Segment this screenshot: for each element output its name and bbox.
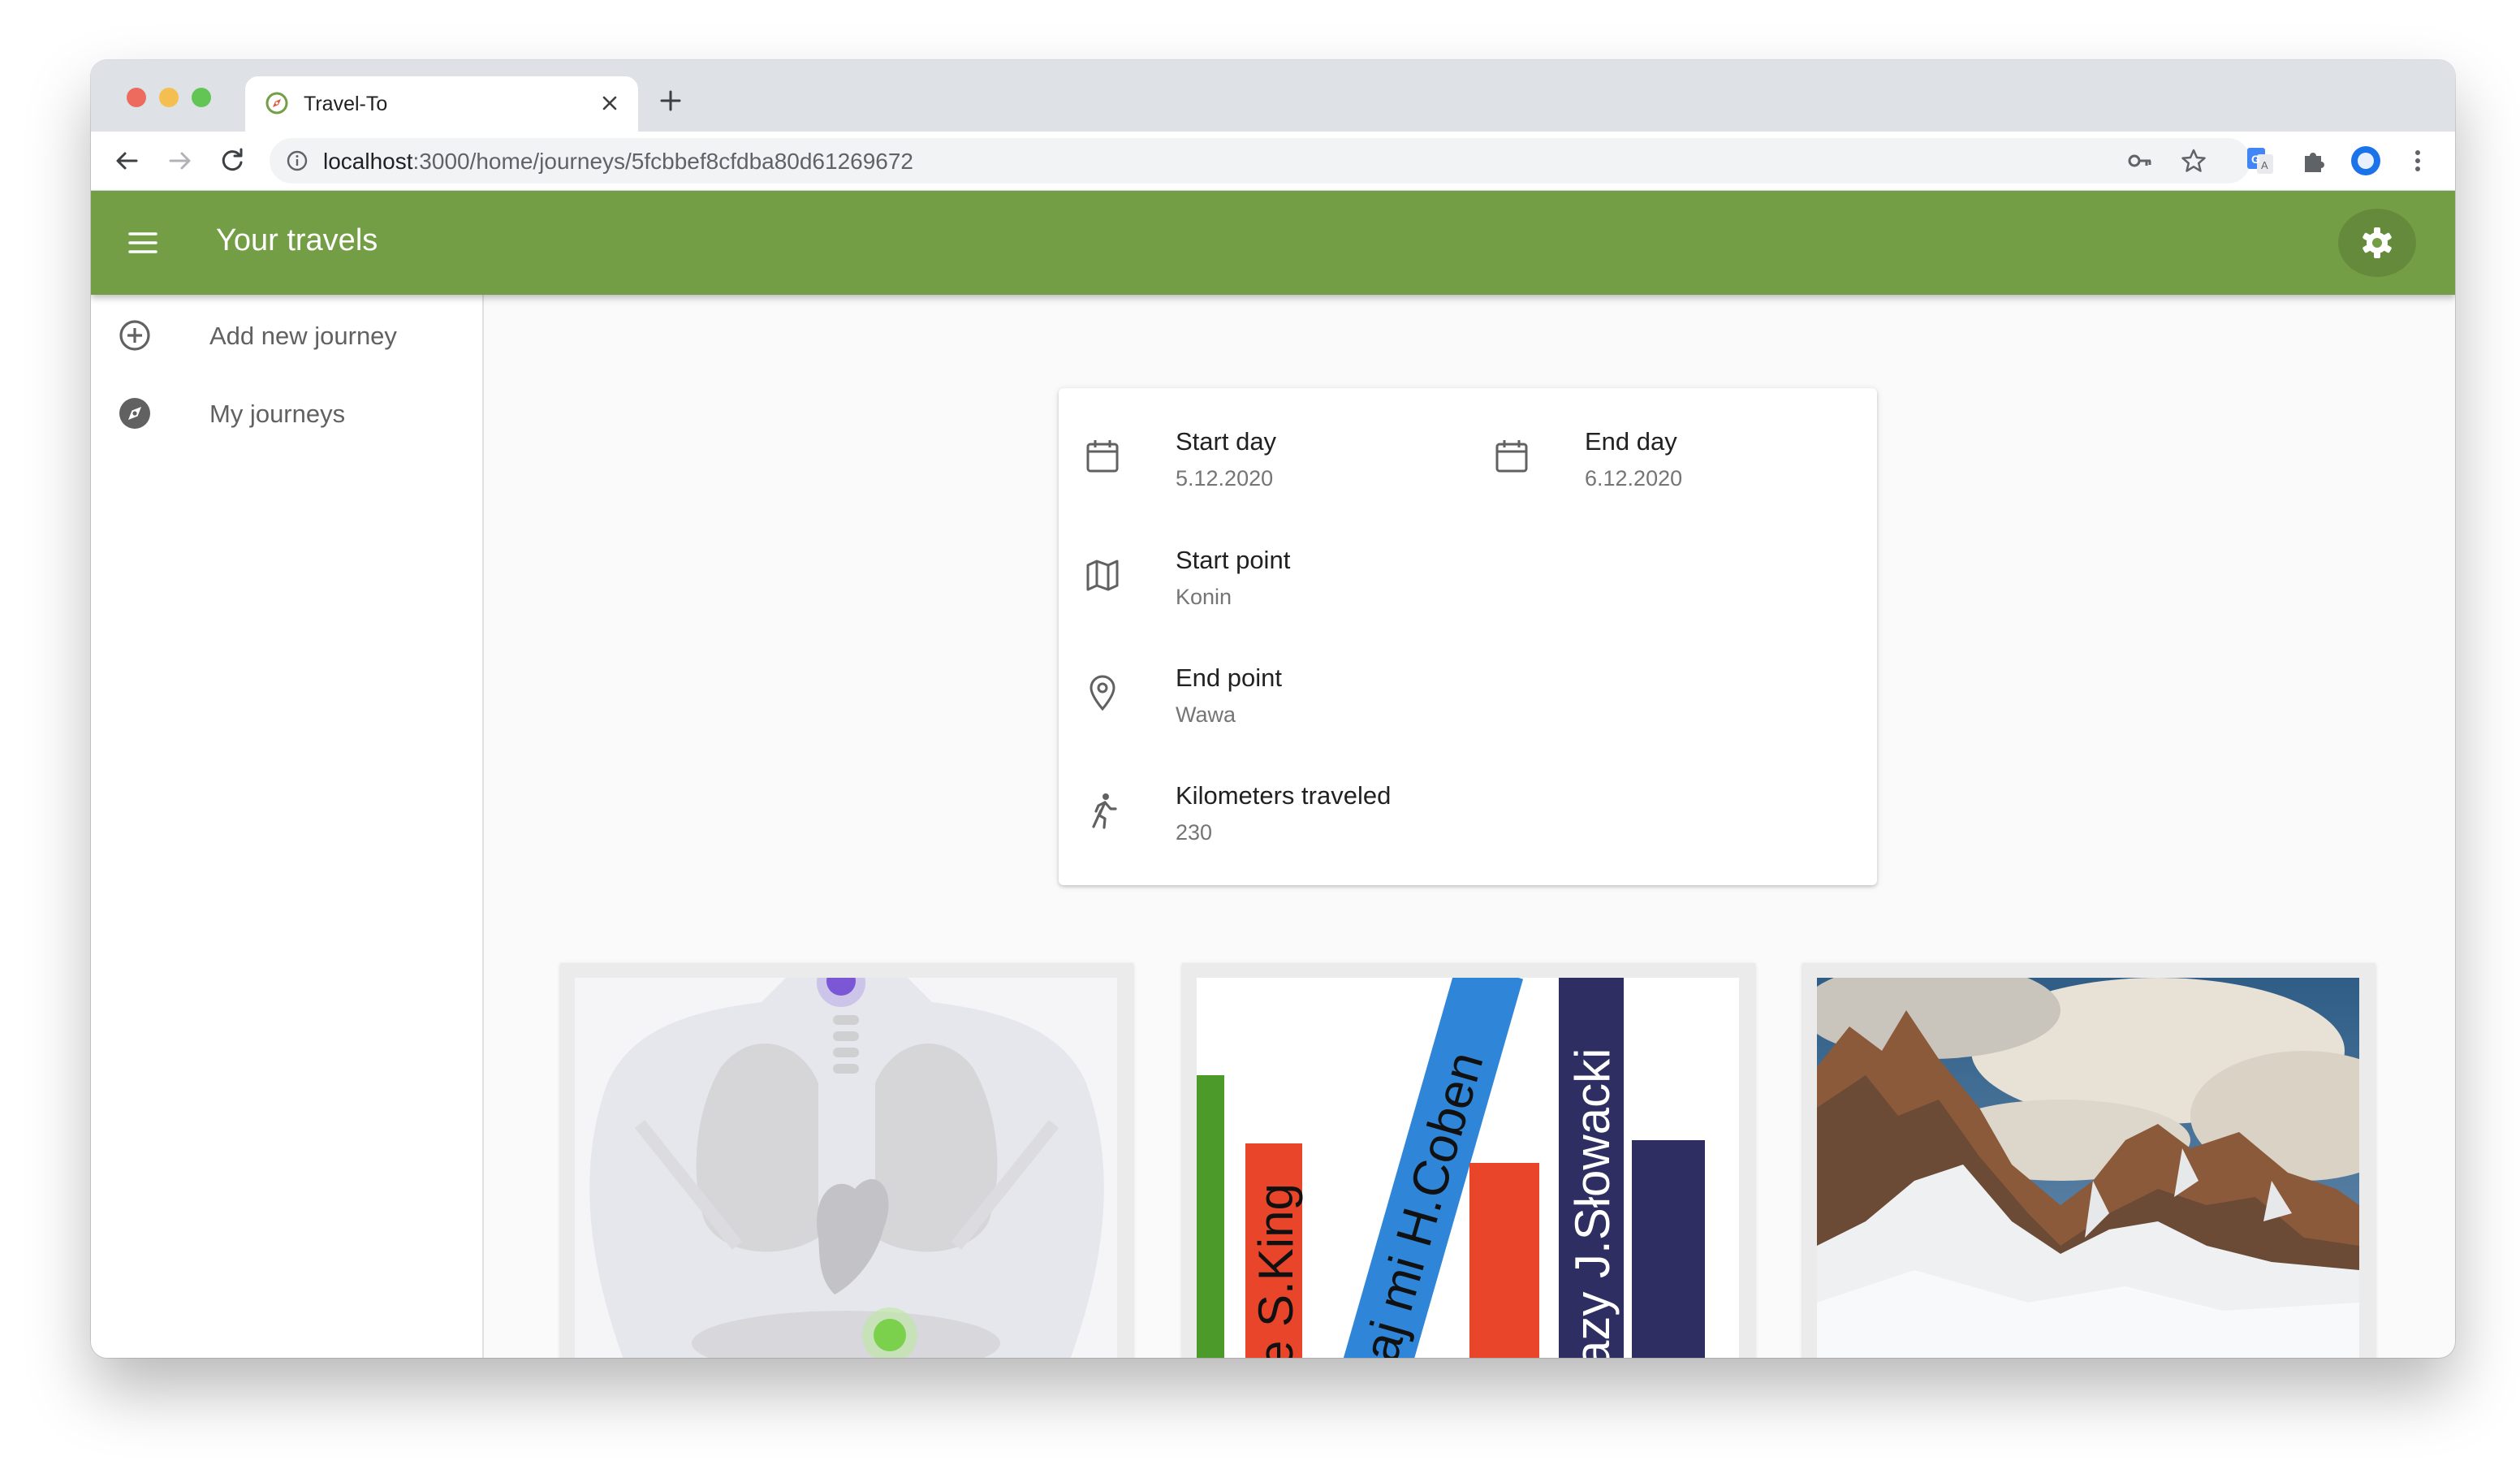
svg-text:A: A (2261, 159, 2268, 171)
tab-bar: Travel-To (91, 60, 2455, 132)
address-bar[interactable]: localhost:3000/home/journeys/5fcbbef8cfd… (270, 138, 2250, 184)
more-menu-icon[interactable] (2401, 145, 2434, 177)
compass-icon (119, 398, 150, 429)
reload-icon[interactable] (214, 143, 250, 179)
end-point-value: Wawa (1176, 702, 1236, 727)
anatomy-image (575, 978, 1117, 1358)
photo-card-mountains[interactable] (1802, 963, 2375, 1358)
site-info-icon[interactable] (284, 148, 310, 174)
end-point-label: End point (1176, 663, 1282, 692)
browser-toolbar: localhost:3000/home/journeys/5fcbbef8cfd… (91, 132, 2455, 191)
kilometers-label: Kilometers traveled (1176, 781, 1392, 810)
start-day-value: 5.12.2020 (1176, 466, 1274, 490)
browser-tab[interactable]: Travel-To (245, 76, 638, 132)
compass-favicon-icon (265, 92, 288, 115)
profile-avatar-icon[interactable] (2350, 145, 2382, 177)
browser-window: Travel-To localhost:3000/home/journeys/5… (91, 60, 2455, 1358)
book-spine-sking: e S.King (1249, 1183, 1303, 1358)
calendar-icon (1086, 440, 1119, 473)
minimize-window-button[interactable] (159, 88, 179, 107)
navigation-drawer: Add new journey My journeys (91, 295, 484, 1358)
maximize-window-button[interactable] (192, 88, 211, 107)
mountains-image (1817, 978, 2359, 1358)
url-host: localhost (323, 149, 413, 174)
book-spine-jslowacki: azy J.Słowacki (1565, 1048, 1620, 1358)
key-icon[interactable] (2125, 146, 2155, 175)
end-point-item: End point Wawa (1059, 644, 1448, 733)
forward-arrow-icon[interactable] (162, 143, 198, 179)
drawer-item-label: My journeys (209, 400, 346, 428)
close-tab-icon[interactable] (596, 89, 624, 117)
extensions-puzzle-icon[interactable] (2298, 145, 2330, 177)
back-arrow-icon[interactable] (109, 143, 145, 179)
running-person-icon (1092, 793, 1117, 829)
start-day-item: Start day 5.12.2020 (1059, 408, 1448, 497)
books-image: e S.King aj mi H.Coben azy J.Słowacki (1197, 978, 1739, 1358)
kilometers-traveled-item: Kilometers traveled 230 (1059, 762, 1448, 851)
bookmark-star-icon[interactable] (2179, 146, 2208, 175)
svg-text:G: G (2251, 153, 2260, 166)
drawer-item-my-journeys[interactable]: My journeys (91, 373, 482, 451)
add-circle-icon (119, 320, 150, 351)
app-title: Your travels (216, 223, 378, 257)
end-day-item: End day 6.12.2020 (1468, 408, 1858, 497)
calendar-icon (1495, 440, 1528, 473)
drawer-item-add-new-journey[interactable]: Add new journey (91, 295, 482, 373)
map-icon (1086, 560, 1119, 591)
location-pin-icon (1090, 675, 1115, 711)
photo-card-books[interactable]: e S.King aj mi H.Coben azy J.Słowacki (1182, 963, 1755, 1358)
app-header: Your travels (91, 191, 2455, 295)
url-text[interactable]: localhost:3000/home/journeys/5fcbbef8cfd… (323, 149, 913, 175)
gear-icon (2362, 227, 2392, 258)
start-point-item: Start point Konin (1059, 526, 1448, 616)
end-day-value: 6.12.2020 (1585, 466, 1683, 490)
start-point-value: Konin (1176, 585, 1232, 609)
tab-title: Travel-To (304, 93, 388, 115)
new-tab-icon[interactable] (654, 84, 687, 117)
start-point-label: Start point (1176, 546, 1291, 574)
google-translate-icon[interactable]: G A (2244, 145, 2276, 177)
start-day-label: Start day (1176, 427, 1277, 456)
close-window-button[interactable] (127, 88, 146, 107)
hamburger-menu-icon[interactable] (125, 225, 161, 261)
kilometers-value: 230 (1176, 820, 1213, 845)
journey-details-card: Start day 5.12.2020 End day 6.12.2020 St… (1059, 388, 1877, 885)
settings-button[interactable] (2338, 209, 2416, 277)
drawer-item-label: Add new journey (209, 322, 397, 350)
photo-card-anatomy[interactable] (560, 963, 1133, 1358)
end-day-label: End day (1585, 427, 1677, 456)
url-path: :3000/home/journeys/5fcbbef8cfdba80d6126… (412, 149, 914, 174)
